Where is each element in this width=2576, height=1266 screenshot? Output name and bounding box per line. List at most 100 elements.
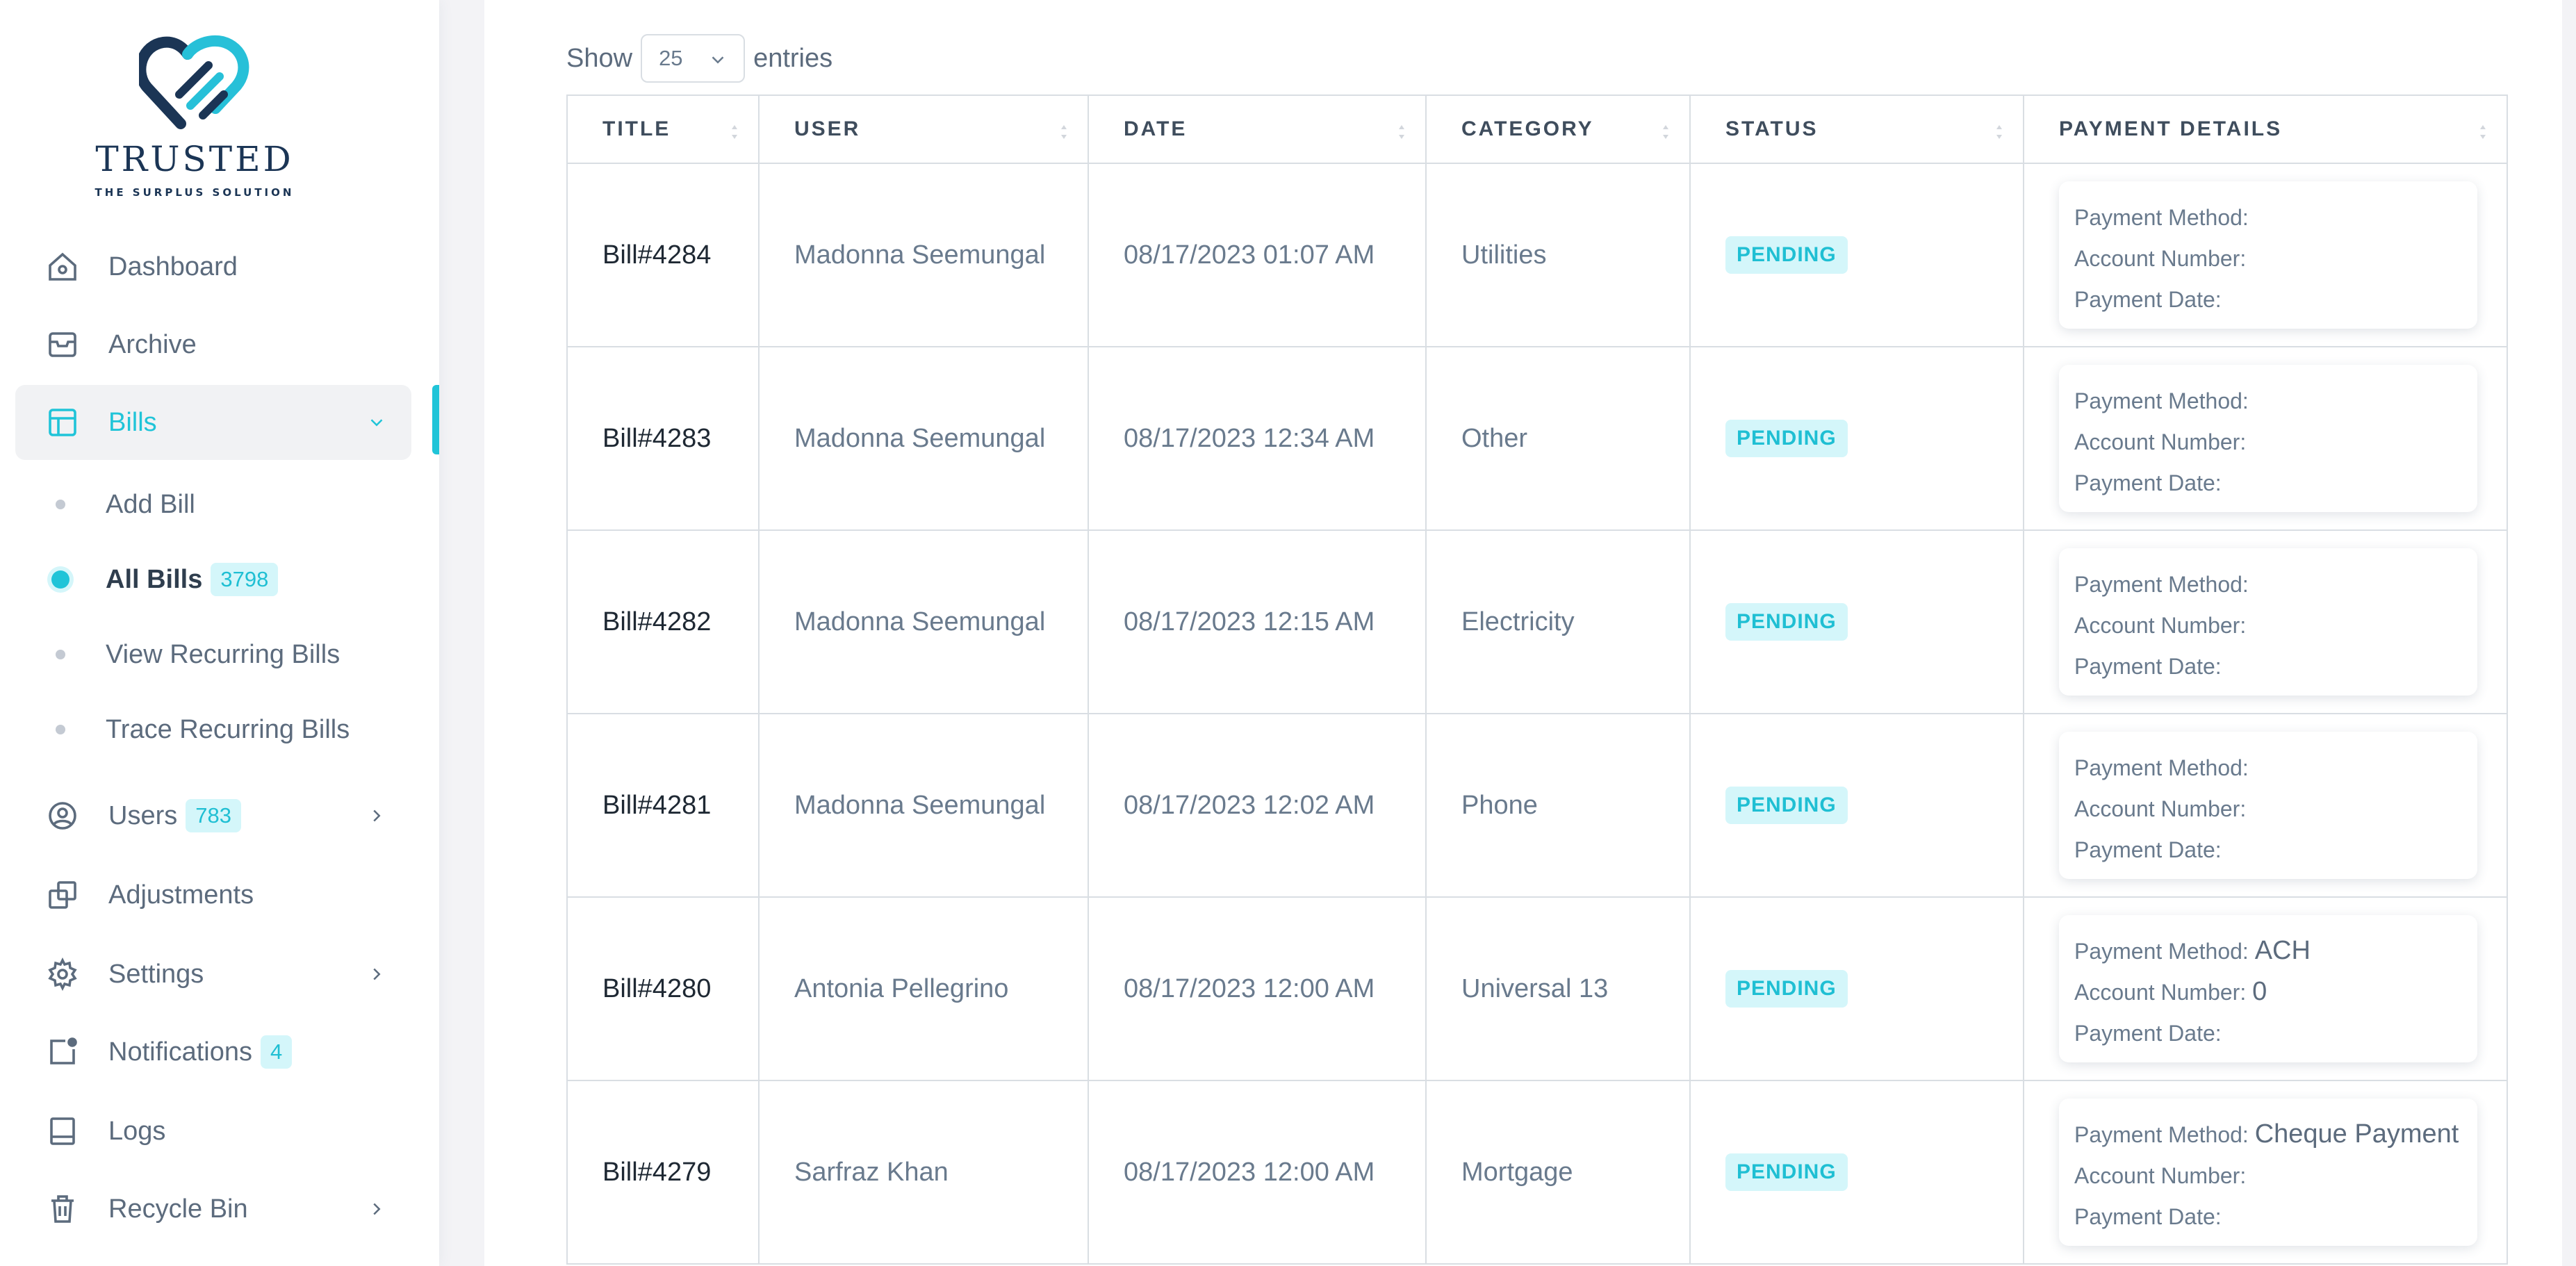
column-user-header[interactable]: USER	[758, 94, 1089, 164]
heart-logo-icon	[139, 35, 249, 129]
payment-date-label: Payment Date:	[2074, 837, 2222, 862]
bill-date: 08/17/2023 12:34 AM	[1088, 346, 1427, 531]
sidebar-subitem-view-recurring[interactable]: View Recurring Bills	[15, 627, 411, 682]
payment-method-value: ACH	[2254, 936, 2311, 965]
payment-details-cell: Payment Method: Account Number: Payment …	[2023, 346, 2508, 531]
bill-title: Bill#4282	[566, 529, 760, 714]
sort-icon	[1060, 122, 1068, 146]
bill-category: Other	[1425, 346, 1691, 531]
column-title-header[interactable]: TITLE	[566, 94, 760, 164]
header-label: DATE	[1124, 117, 1188, 140]
payment-date-label: Payment Date:	[2074, 287, 2222, 312]
chevron-right-icon	[363, 960, 391, 988]
bill-title: Bill#4281	[566, 713, 760, 898]
payment-method-label: Payment Method:	[2074, 1122, 2249, 1147]
column-date-header[interactable]: DATE	[1088, 94, 1427, 164]
payment-date-line: Payment Date:	[2074, 646, 2477, 687]
user-circle-icon	[42, 795, 83, 837]
bill-date: 08/17/2023 12:00 AM	[1088, 896, 1427, 1081]
notification-icon	[42, 1031, 83, 1073]
payment-method-line: Payment Method:	[2074, 197, 2477, 238]
bullet-icon	[56, 725, 65, 734]
table-header-row: TITLE USER DATE CATEGORY STATUS PAYMENT DETAI…	[566, 94, 2508, 164]
sidebar-item-label: Archive	[108, 329, 197, 359]
table-row[interactable]: Bill#4282 Madonna Seemungal 08/17/2023 12:…	[566, 529, 2508, 714]
count-badge: 783	[186, 799, 241, 832]
bill-date: 08/17/2023 01:07 AM	[1088, 163, 1427, 347]
brand-name: TRUSTED	[95, 139, 294, 179]
table-row[interactable]: Bill#4283 Madonna Seemungal 08/17/2023 12:…	[566, 346, 2508, 531]
book-icon	[42, 1110, 83, 1152]
account-number-line: Account Number:	[2074, 605, 2477, 646]
payment-details-cell: Payment Method: ACH Account Number: 0 Paym…	[2023, 896, 2508, 1081]
sidebar-item-settings[interactable]: Settings	[15, 937, 411, 1012]
sidebar-item-logs[interactable]: Logs	[15, 1094, 411, 1169]
column-payment-details-header[interactable]: PAYMENT DETAILS	[2023, 94, 2508, 164]
payment-method-label: Payment Method:	[2074, 205, 2249, 230]
payment-method-line: Payment Method:	[2074, 380, 2477, 421]
sort-icon	[1662, 122, 1670, 146]
home-icon	[42, 246, 83, 288]
status-badge: PENDING	[1725, 970, 1848, 1008]
bill-category: Phone	[1425, 713, 1691, 898]
table-row[interactable]: Bill#4284 Madonna Seemungal 08/17/2023 01:…	[566, 163, 2508, 347]
archive-box-icon	[42, 324, 83, 365]
payment-date-line: Payment Date:	[2074, 829, 2477, 870]
bill-user: Sarfraz Khan	[758, 1080, 1089, 1265]
table-row[interactable]: Bill#4279 Sarfraz Khan 08/17/2023 12:00 AM…	[566, 1080, 2508, 1265]
bill-category: Electricity	[1425, 529, 1691, 714]
sidebar-item-users[interactable]: Users 783	[15, 778, 411, 853]
sidebar-item-adjustments[interactable]: Adjustments	[15, 857, 411, 932]
payment-details-card: Payment Method: Account Number: Payment …	[2059, 181, 2477, 329]
account-number-label: Account Number:	[2074, 613, 2247, 638]
account-number-label: Account Number:	[2074, 1163, 2247, 1188]
sidebar-item-recycle-bin[interactable]: Recycle Bin	[15, 1172, 411, 1247]
count-badge: 3798	[211, 563, 279, 596]
table-row[interactable]: Bill#4281 Madonna Seemungal 08/17/2023 12:…	[566, 713, 2508, 898]
account-number-label: Account Number:	[2074, 429, 2247, 454]
account-number-value: 0	[2252, 977, 2267, 1006]
sidebar-item-label: Bills	[108, 407, 157, 437]
account-number-line: Account Number: 0	[2074, 971, 2477, 1012]
bill-category: Mortgage	[1425, 1080, 1691, 1265]
status-badge: PENDING	[1725, 787, 1848, 824]
sidebar-item-label: Logs	[108, 1116, 166, 1146]
payment-method-line: Payment Method:	[2074, 747, 2477, 788]
header-label: STATUS	[1725, 117, 1819, 140]
sidebar-item-archive[interactable]: Archive	[15, 307, 411, 382]
chevron-down-icon	[707, 49, 728, 76]
bullet-icon	[56, 500, 65, 509]
show-label: Show	[566, 43, 633, 73]
count-badge: 4	[260, 1035, 293, 1069]
header-label: USER	[794, 117, 861, 140]
payment-details-card: Payment Method: Account Number: Payment …	[2059, 732, 2477, 879]
payment-date-label: Payment Date:	[2074, 1204, 2222, 1229]
payment-date-label: Payment Date:	[2074, 470, 2222, 495]
entries-select[interactable]: 25	[641, 34, 746, 83]
sidebar-item-dashboard[interactable]: Dashboard	[15, 229, 411, 304]
payment-details-cell: Payment Method: Cheque Payment Account Nu…	[2023, 1080, 2508, 1265]
account-number-label: Account Number:	[2074, 246, 2247, 271]
sidebar-item-notifications[interactable]: Notifications 4	[15, 1014, 411, 1090]
status-badge: PENDING	[1725, 603, 1848, 641]
brand-logo[interactable]: TRUSTED THE SURPLUS SOLUTION	[83, 35, 306, 202]
sidebar-subitem-all-bills[interactable]: All Bills 3798	[15, 552, 411, 607]
column-status-header[interactable]: STATUS	[1689, 94, 2024, 164]
sidebar-subitem-trace-recurring[interactable]: Trace Recurring Bills	[15, 702, 411, 757]
payment-date-line: Payment Date:	[2074, 462, 2477, 503]
payment-method-label: Payment Method:	[2074, 939, 2249, 964]
header-label: TITLE	[602, 117, 671, 140]
bill-category: Utilities	[1425, 163, 1691, 347]
entries-value: 25	[659, 46, 683, 70]
sidebar-item-bills[interactable]: Bills	[15, 385, 411, 460]
bills-table: TITLE USER DATE CATEGORY STATUS PAYMENT DETAI…	[566, 94, 2508, 1265]
payment-method-label: Payment Method:	[2074, 572, 2249, 597]
table-row[interactable]: Bill#4280 Antonia Pellegrino 08/17/2023 12…	[566, 896, 2508, 1081]
sidebar: TRUSTED THE SURPLUS SOLUTION Dashboard A…	[0, 0, 439, 1266]
sidebar-subitem-add-bill[interactable]: Add Bill	[15, 477, 411, 532]
bill-user: Madonna Seemungal	[758, 529, 1089, 714]
payment-details-card: Payment Method: ACH Account Number: 0 Paym…	[2059, 915, 2477, 1062]
subitem-label: All Bills	[106, 564, 203, 594]
column-category-header[interactable]: CATEGORY	[1425, 94, 1691, 164]
payment-date-label: Payment Date:	[2074, 654, 2222, 679]
